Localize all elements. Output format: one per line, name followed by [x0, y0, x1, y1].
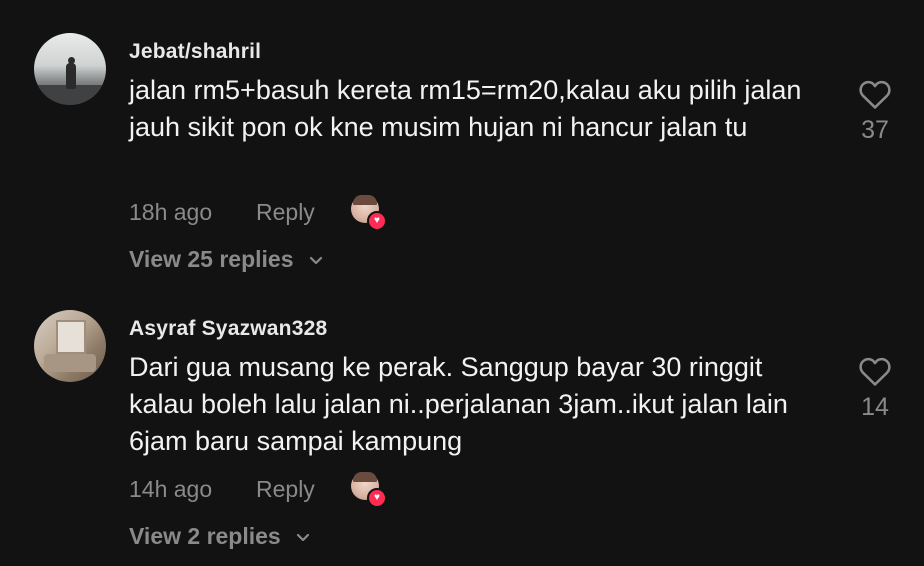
heart-icon — [859, 80, 891, 109]
comment-timestamp: 18h ago — [129, 199, 213, 225]
avatar[interactable] — [34, 33, 106, 105]
chevron-down-icon — [297, 533, 310, 542]
like-button[interactable]: 14 — [850, 355, 900, 422]
reply-button[interactable]: Reply — [256, 476, 315, 503]
heart-icon — [859, 357, 891, 386]
like-count: 37 — [861, 116, 889, 144]
view-replies-button[interactable]: View 25 replies — [129, 246, 324, 273]
view-replies-label: View 25 replies — [129, 246, 294, 272]
creator-liked-icon: ♥ — [351, 472, 387, 508]
comment-username[interactable]: Jebat/shahril — [129, 40, 261, 64]
avatar[interactable] — [34, 310, 106, 382]
view-replies-button[interactable]: View 2 replies — [129, 523, 311, 550]
comment-text: jalan rm5+basuh kereta rm15=rm20,kalau a… — [129, 75, 802, 142]
like-button[interactable]: 37 — [850, 78, 900, 145]
like-count: 14 — [861, 393, 889, 421]
chevron-down-icon — [309, 256, 323, 265]
heart-badge-icon: ♥ — [367, 211, 387, 231]
comment-username[interactable]: Asyraf Syazwan328 — [129, 317, 327, 341]
view-replies-label: View 2 replies — [129, 523, 281, 549]
reply-button[interactable]: Reply — [256, 199, 315, 226]
heart-badge-icon: ♥ — [367, 488, 387, 508]
comment-text: Dari gua musang ke perak. Sanggup bayar … — [129, 352, 788, 456]
comment-timestamp: 14h ago — [129, 476, 213, 502]
creator-liked-icon: ♥ — [351, 195, 387, 231]
